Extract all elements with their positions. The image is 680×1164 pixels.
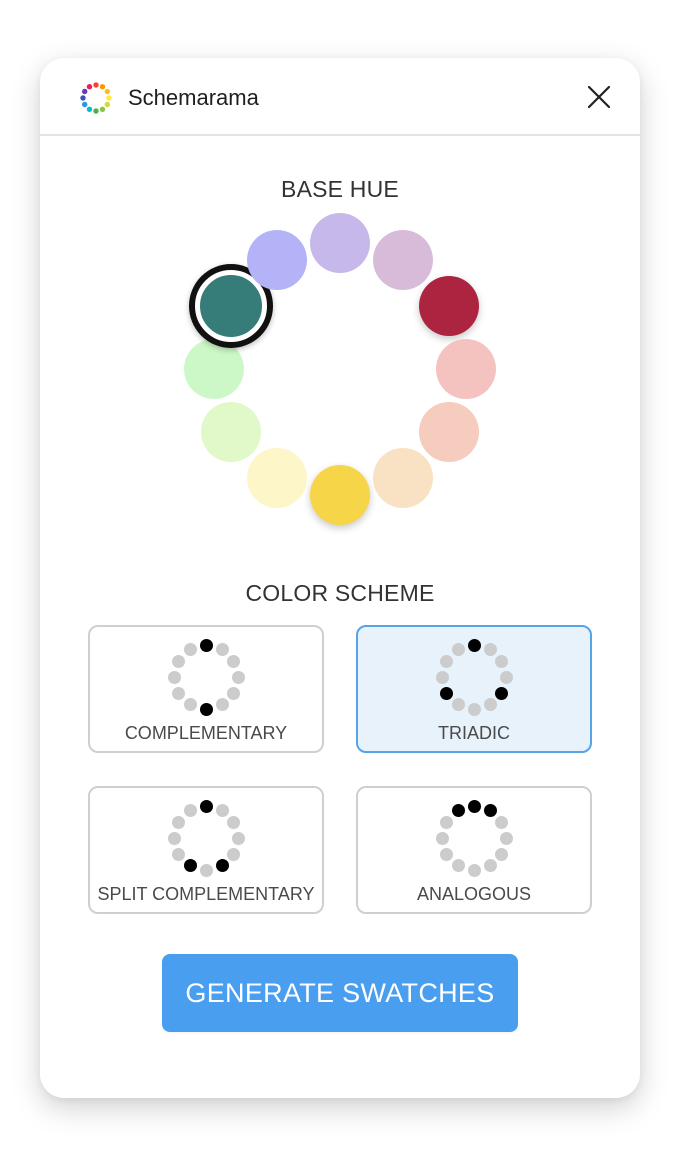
scheme-dot-active	[215, 859, 229, 873]
scheme-dot-inactive	[231, 831, 245, 845]
scheme-dot-inactive	[227, 815, 241, 829]
scheme-dot-active	[199, 799, 213, 813]
hue-swatch-orchid[interactable]	[373, 229, 433, 290]
base-hue-title: BASE HUE	[281, 176, 399, 202]
scheme-dot-inactive	[495, 654, 509, 668]
scheme-dot-inactive	[467, 863, 481, 877]
analogous-scheme-icon	[434, 798, 514, 878]
scheme-dot-inactive	[167, 670, 181, 684]
scheme-dot-inactive	[439, 847, 453, 861]
scheme-dot-inactive	[495, 847, 509, 861]
hue-swatch-gold[interactable]	[310, 465, 370, 525]
scheme-option-label: COMPLEMENTARY	[124, 723, 288, 743]
complementary-scheme-icon	[166, 637, 246, 717]
scheme-dot-inactive	[451, 642, 465, 656]
scheme-dot-inactive	[171, 847, 185, 861]
scheme-dot-inactive	[483, 698, 497, 712]
hue-swatch-cream-yellow[interactable]	[247, 448, 307, 509]
scheme-dot-inactive	[495, 815, 509, 829]
hue-swatch-mint[interactable]	[184, 339, 244, 399]
scheme-dot-inactive	[435, 670, 449, 684]
app-title: Schemarama	[128, 85, 259, 110]
scheme-dot-inactive	[183, 698, 197, 712]
triadic-scheme-icon	[434, 637, 514, 717]
scheme-dot-inactive	[451, 859, 465, 873]
scheme-dot-inactive	[227, 654, 241, 668]
base-hue-wheel	[40, 58, 640, 578]
scheme-dot-active	[467, 638, 481, 652]
hue-swatch-periwinkle[interactable]	[247, 229, 307, 290]
scheme-option-triadic[interactable]: TRIADIC	[356, 625, 592, 753]
scheme-dot-inactive	[171, 686, 185, 700]
scheme-dot-inactive	[199, 863, 213, 877]
scheme-dot-active	[495, 686, 509, 700]
scheme-dot-active	[199, 638, 213, 652]
scheme-dot-inactive	[215, 642, 229, 656]
scheme-option-complementary[interactable]: COMPLEMENTARY	[88, 625, 324, 753]
scheme-dot-inactive	[435, 831, 449, 845]
scheme-dot-inactive	[451, 698, 465, 712]
hue-swatch-lavender[interactable]	[310, 213, 370, 273]
split-complementary-scheme-icon	[166, 798, 246, 878]
scheme-option-analogous[interactable]: ANALOGOUS	[356, 786, 592, 914]
hue-swatch-apricot[interactable]	[373, 448, 433, 509]
schemarama-panel: Schemarama BASE HUE COLOR SCHEME COMPLEM…	[40, 58, 640, 1098]
scheme-dot-inactive	[167, 831, 181, 845]
scheme-dot-inactive	[499, 831, 513, 845]
scheme-dot-inactive	[439, 654, 453, 668]
scheme-option-label: SPLIT COMPLEMENTARY	[97, 884, 315, 904]
scheme-dot-inactive	[227, 686, 241, 700]
scheme-dot-active	[183, 859, 197, 873]
scheme-dot-inactive	[439, 815, 453, 829]
color-scheme-title: COLOR SCHEME	[245, 580, 435, 606]
scheme-dot-active	[439, 686, 453, 700]
hue-swatch-lime[interactable]	[200, 402, 261, 462]
generate-swatches-button[interactable]: GENERATE SWATCHES	[162, 954, 518, 1032]
close-icon[interactable]	[586, 84, 612, 110]
scheme-dot-inactive	[467, 702, 481, 716]
scheme-dot-active	[467, 799, 481, 813]
selected-hue-fill	[196, 272, 265, 340]
scheme-dot-active	[483, 803, 497, 817]
hue-swatch-crimson[interactable]	[419, 276, 480, 336]
hue-swatch-peach[interactable]	[419, 402, 480, 462]
scheme-option-label: TRIADIC	[438, 723, 510, 743]
scheme-dot-inactive	[483, 859, 497, 873]
scheme-dot-inactive	[499, 670, 513, 684]
scheme-option-label: ANALOGOUS	[416, 884, 532, 904]
scheme-dot-inactive	[171, 654, 185, 668]
scheme-dot-active	[199, 702, 213, 716]
scheme-dot-inactive	[215, 803, 229, 817]
panel-header: Schemarama	[40, 58, 640, 136]
scheme-dot-inactive	[227, 847, 241, 861]
scheme-dot-inactive	[171, 815, 185, 829]
scheme-dot-inactive	[183, 803, 197, 817]
scheme-option-split-complementary[interactable]: SPLIT COMPLEMENTARY	[88, 786, 324, 914]
scheme-dot-inactive	[231, 670, 245, 684]
scheme-dot-active	[451, 803, 465, 817]
scheme-dot-inactive	[215, 698, 229, 712]
hue-swatch-salmon[interactable]	[436, 339, 496, 399]
scheme-dot-inactive	[483, 642, 497, 656]
scheme-dot-inactive	[183, 642, 197, 656]
color-wheel-logo-icon	[80, 82, 112, 114]
